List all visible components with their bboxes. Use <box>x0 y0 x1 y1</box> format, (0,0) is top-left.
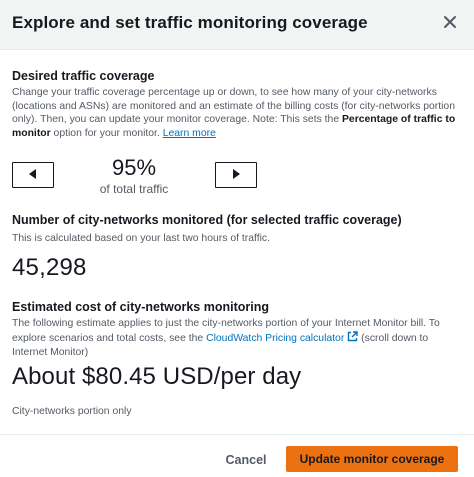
coverage-percent-value: 95% <box>111 155 157 180</box>
decrease-coverage-button[interactable] <box>12 162 54 188</box>
learn-more-link[interactable]: Learn more <box>163 128 216 139</box>
footer-divider <box>0 434 474 435</box>
city-networks-description: This is calculated based on your last tw… <box>12 233 270 244</box>
coverage-percent-label: of total traffic <box>99 182 169 196</box>
close-icon <box>443 15 457 34</box>
estimated-cost-value: About $80.45 USD/per day <box>12 363 302 390</box>
coverage-section: Desired traffic coverage Change your tra… <box>12 68 464 140</box>
modal-header: Explore and set traffic monitoring cover… <box>0 0 474 50</box>
city-networks-section: Number of city-networks monitored (for s… <box>12 212 464 246</box>
update-monitor-coverage-button[interactable]: Update monitor coverage <box>286 446 458 472</box>
cost-description: The following estimate applies to just t… <box>12 317 464 360</box>
close-button[interactable] <box>440 14 460 34</box>
modal-title: Explore and set traffic monitoring cover… <box>12 13 368 32</box>
caret-left-icon <box>29 166 37 184</box>
coverage-description: Change your traffic coverage percentage … <box>12 86 464 140</box>
external-link-icon <box>347 330 358 347</box>
cost-title: Estimated cost of city-networks monitori… <box>12 300 269 314</box>
increase-coverage-button[interactable] <box>215 162 257 188</box>
coverage-title: Desired traffic coverage <box>12 69 155 83</box>
city-networks-title: Number of city-networks monitored (for s… <box>12 213 402 227</box>
coverage-desc-text-2: option for your monitor. <box>50 127 163 139</box>
pricing-calculator-label: CloudWatch Pricing calculator <box>206 332 345 344</box>
cancel-button[interactable]: Cancel <box>216 448 276 472</box>
pricing-calculator-link[interactable]: CloudWatch Pricing calculator <box>206 330 358 347</box>
cost-footnote: City-networks portion only <box>12 406 132 417</box>
caret-right-icon <box>232 166 240 184</box>
city-networks-count: 45,298 <box>12 254 87 281</box>
cost-section: Estimated cost of city-networks monitori… <box>12 299 464 360</box>
